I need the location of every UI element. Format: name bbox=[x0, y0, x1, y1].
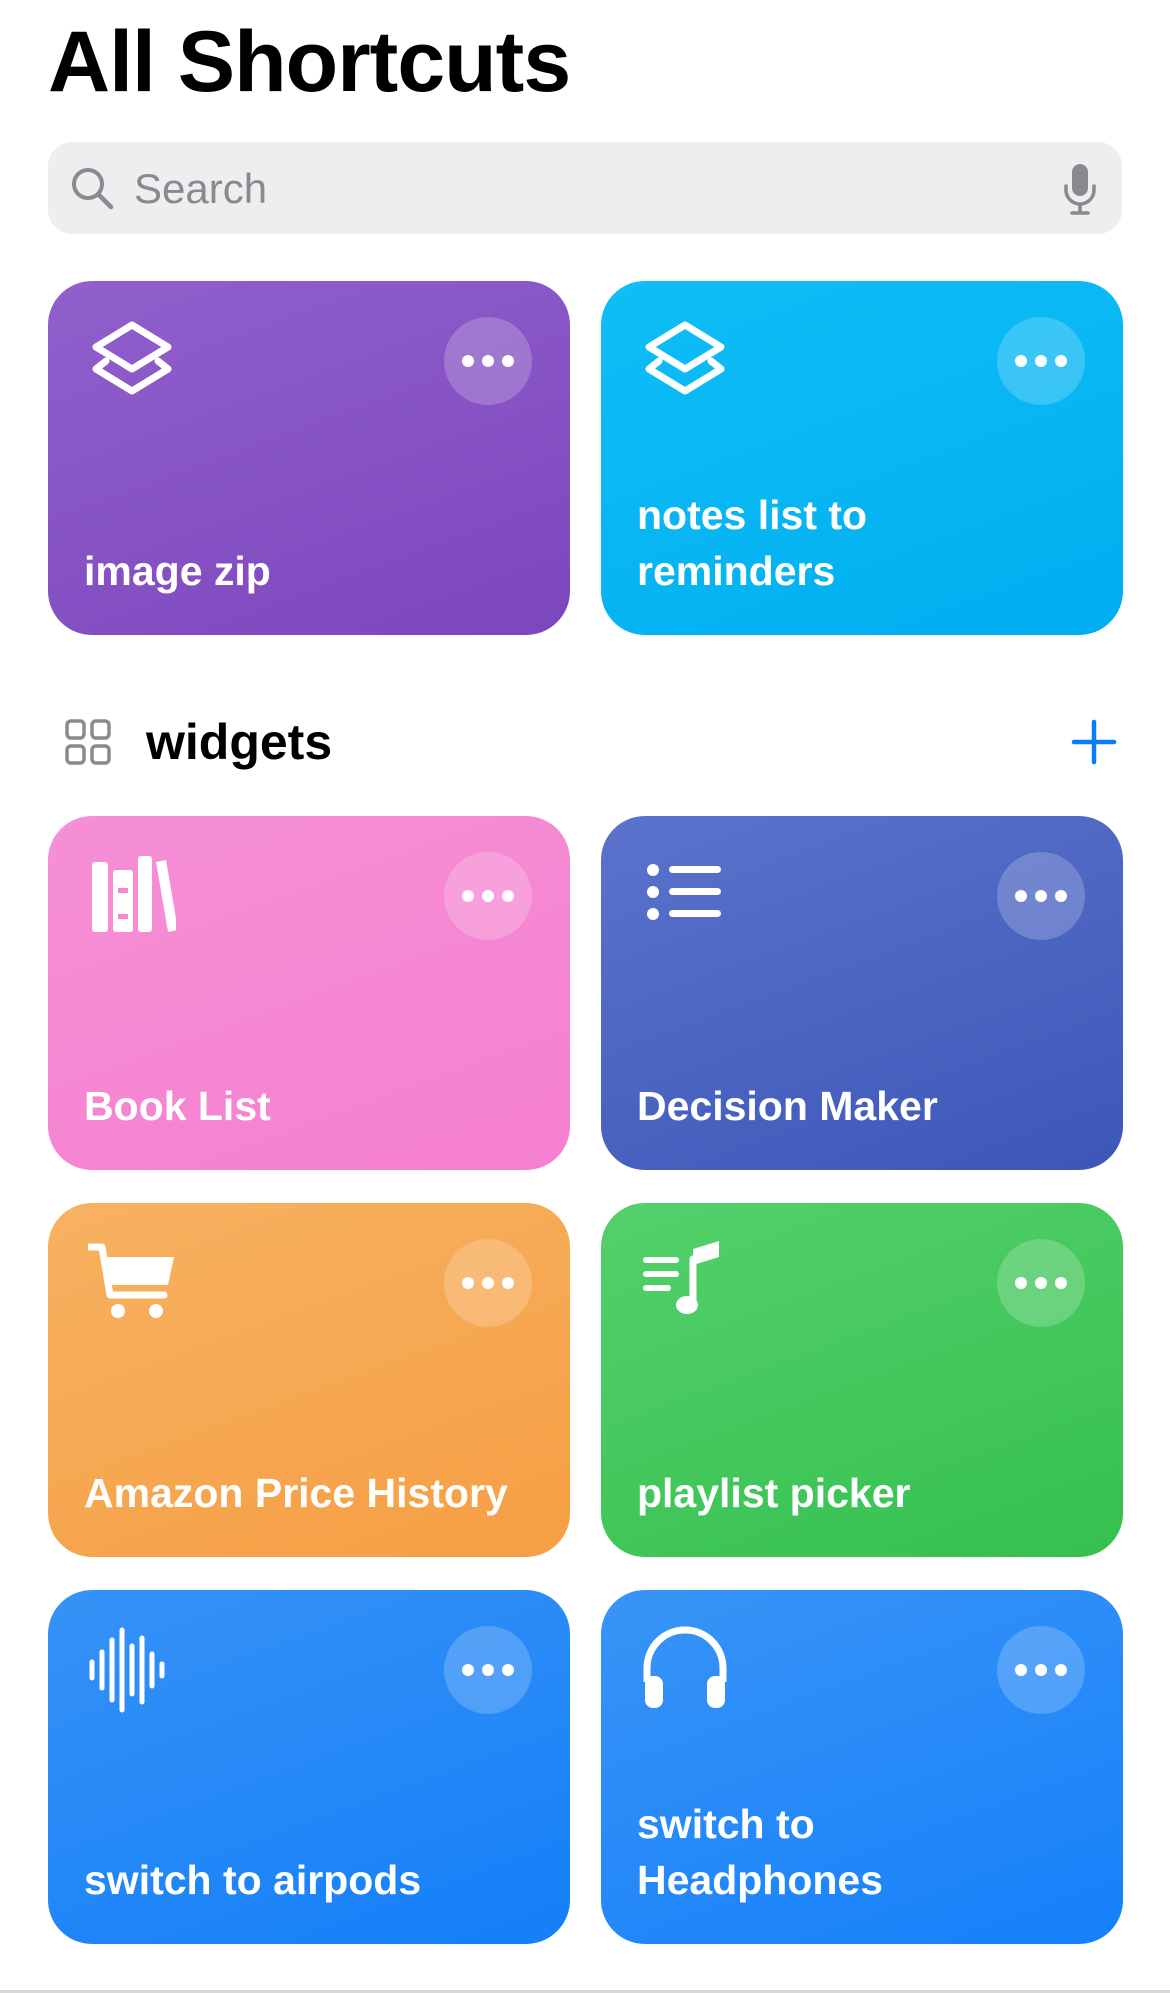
shortcut-label: Book List bbox=[84, 1083, 271, 1129]
shortcut-label: Amazon Price History bbox=[84, 1470, 508, 1516]
more-button[interactable] bbox=[444, 852, 532, 940]
mic-icon[interactable] bbox=[1062, 162, 1098, 216]
shortcut-card-decision-maker[interactable]: Decision Maker bbox=[601, 816, 1123, 1170]
cart-icon bbox=[88, 1243, 174, 1318]
headphones-icon bbox=[643, 1626, 727, 1708]
page-title: All Shortcuts bbox=[48, 14, 571, 110]
more-button[interactable] bbox=[997, 1626, 1085, 1714]
search-icon bbox=[72, 168, 114, 210]
shortcut-label: playlist picker bbox=[637, 1470, 911, 1516]
plus-icon[interactable] bbox=[1070, 718, 1118, 766]
folder-grid-icon bbox=[65, 719, 111, 765]
waveform-icon bbox=[89, 1627, 165, 1713]
more-button[interactable] bbox=[997, 317, 1085, 405]
more-button[interactable] bbox=[444, 1626, 532, 1714]
folder-header-widgets: widgets bbox=[48, 700, 1122, 784]
layers-icon bbox=[92, 321, 172, 395]
more-button[interactable] bbox=[997, 1239, 1085, 1327]
section-title: widgets bbox=[146, 714, 333, 770]
shortcut-label: Decision Maker bbox=[637, 1083, 938, 1129]
ellipsis-icon bbox=[462, 1277, 514, 1289]
shortcut-card-book-list[interactable]: Book List bbox=[48, 816, 570, 1170]
books-icon bbox=[92, 856, 176, 932]
shortcut-label: notes list to reminders bbox=[637, 492, 868, 594]
more-button[interactable] bbox=[997, 852, 1085, 940]
ellipsis-icon bbox=[1015, 890, 1067, 902]
shortcut-label: switch to Headphones bbox=[637, 1801, 884, 1903]
ellipsis-icon bbox=[1015, 355, 1067, 367]
search-input[interactable] bbox=[132, 142, 1036, 236]
layers-icon bbox=[645, 321, 725, 395]
shortcut-card-notes-list[interactable]: notes list to reminders bbox=[601, 281, 1123, 635]
shortcut-card-switch-to-headphones[interactable]: switch to Headphones bbox=[601, 1590, 1123, 1944]
shortcut-label: image zip bbox=[84, 548, 271, 594]
more-button[interactable] bbox=[444, 317, 532, 405]
list-icon bbox=[647, 864, 721, 920]
ellipsis-icon bbox=[462, 890, 514, 902]
search-bar[interactable] bbox=[48, 142, 1122, 236]
ellipsis-icon bbox=[1015, 1277, 1067, 1289]
ellipsis-icon bbox=[1015, 1664, 1067, 1676]
ellipsis-icon bbox=[462, 1664, 514, 1676]
shortcut-card-amazon-price-history[interactable]: Amazon Price History bbox=[48, 1203, 570, 1557]
shortcut-card-image-zip[interactable]: image zip bbox=[48, 281, 570, 635]
ellipsis-icon bbox=[462, 355, 514, 367]
shortcut-card-switch-to-airpods[interactable]: switch to airpods bbox=[48, 1590, 570, 1944]
shortcut-label: switch to airpods bbox=[84, 1857, 422, 1903]
music-list-icon bbox=[643, 1241, 719, 1314]
more-button[interactable] bbox=[444, 1239, 532, 1327]
shortcut-card-playlist-picker[interactable]: playlist picker bbox=[601, 1203, 1123, 1557]
